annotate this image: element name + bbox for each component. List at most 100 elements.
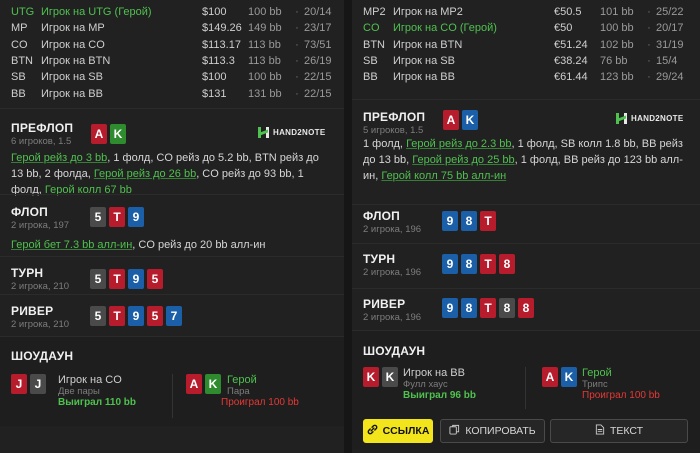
hero-action: Герой колл 75 bb алл-ин bbox=[381, 170, 507, 183]
player-amount: $100 bbox=[202, 6, 227, 19]
board-cards: 5T957 bbox=[90, 305, 182, 326]
player-ratio: 25/22 bbox=[656, 6, 684, 19]
separator-dot: · bbox=[295, 87, 299, 100]
player-name: Игрок на CO (Герой) bbox=[393, 22, 497, 35]
showdown-player-2: AK Герой Пара Проиграл 100 bb bbox=[186, 373, 299, 408]
street-sub: 6 игроков, 1.5 bbox=[11, 135, 72, 147]
player-bb: 101 bb bbox=[600, 6, 634, 19]
separator-dot: · bbox=[647, 71, 651, 84]
playing-card: 9 bbox=[442, 298, 458, 319]
player-pos: MP2 bbox=[363, 6, 386, 19]
separator-dot: · bbox=[647, 38, 651, 51]
turn-section: ТУРН 2 игрока, 210 5T95 bbox=[0, 255, 344, 294]
link-button[interactable]: ССЫЛКА bbox=[363, 419, 433, 444]
street-title: РИВЕР bbox=[363, 297, 406, 312]
player-pos: UTG bbox=[11, 6, 35, 19]
turn-section: ТУРН 2 игрока, 196 98T8 bbox=[352, 243, 700, 288]
player-amount: $149.26 bbox=[202, 22, 242, 35]
preflop-section: ПРЕФЛОП 5 игроков, 1.5 AK HAND2NOTE 1 фо… bbox=[352, 99, 700, 204]
playing-card: A bbox=[186, 373, 202, 394]
text-button[interactable]: ТЕКСТ bbox=[550, 419, 688, 444]
hand2note-icon bbox=[615, 112, 628, 125]
player-amount: €38.24 bbox=[554, 55, 588, 68]
player-pos: SB bbox=[363, 55, 378, 68]
showdown-player-1: KK Игрок на BB Фулл хаус Выиграл 96 bb bbox=[363, 367, 476, 401]
playing-card: 8 bbox=[461, 254, 477, 275]
action-text: , 1 фолд, CO bbox=[107, 151, 176, 164]
link-icon bbox=[367, 424, 378, 438]
hero-action: Герой рейз до 25 bb bbox=[412, 154, 515, 167]
separator-dot: · bbox=[647, 55, 651, 68]
playing-card: J bbox=[11, 373, 27, 394]
player-bb: 123 bb bbox=[600, 71, 634, 84]
street-sub: 2 игрока, 197 bbox=[11, 219, 70, 231]
player-amount: $113.3 bbox=[202, 55, 235, 68]
player-name: Герой bbox=[582, 367, 612, 380]
playing-card: K bbox=[382, 367, 398, 388]
playing-card: 9 bbox=[442, 211, 458, 232]
flop-section: ФЛОП 2 игрока, 197 5T9 Герой бет 7.3 bb … bbox=[0, 193, 344, 256]
player-row: CO Игрок на CO $113.17 113 bb · 73/51 bbox=[11, 37, 332, 53]
action-log: Герой бет 7.3 bb алл-ин, CO рейз до 20 b… bbox=[11, 237, 265, 253]
playing-card: T bbox=[109, 206, 125, 227]
street-title: ФЛОП bbox=[11, 204, 48, 219]
player-cards: JJ bbox=[11, 373, 46, 408]
action-text: рейз до 5.2 bb bbox=[175, 151, 249, 164]
showdown-section: ШОУДАУН KK Игрок на BB Фулл хаус Выиграл… bbox=[352, 330, 700, 451]
board-cards: 98T8 bbox=[442, 254, 515, 275]
playing-card: 5 bbox=[147, 305, 163, 326]
playing-card: K bbox=[205, 373, 221, 394]
player-name: Игрок на MP2 bbox=[393, 6, 463, 19]
street-title: ПРЕФЛОП bbox=[363, 110, 426, 125]
playing-card: J bbox=[30, 373, 46, 394]
street-title: ТУРН bbox=[363, 252, 396, 267]
playing-card: 8 bbox=[499, 254, 515, 275]
street-sub: 2 игрока, 196 bbox=[363, 312, 422, 324]
player-pos: SB bbox=[11, 71, 26, 84]
playing-card: 5 bbox=[90, 305, 106, 326]
player-pos: BB bbox=[11, 87, 26, 100]
player-ratio: 29/24 bbox=[656, 71, 684, 84]
player-bb: 102 bb bbox=[600, 38, 634, 51]
player-row: BTN Игрок на BTN $113.3 113 bb · 26/19 bbox=[11, 53, 332, 69]
player-ratio: 22/15 bbox=[304, 87, 332, 100]
playing-card: T bbox=[109, 268, 125, 289]
hero-action: Герой бет 7.3 bb алл-ин bbox=[11, 238, 133, 251]
player-cards: AK bbox=[186, 373, 221, 408]
player-name: Герой bbox=[227, 373, 257, 386]
playing-card: 5 bbox=[90, 268, 106, 289]
copy-button[interactable]: КОПИРОВАТЬ bbox=[440, 419, 545, 444]
street-title: РИВЕР bbox=[11, 303, 54, 318]
playing-card: K bbox=[561, 367, 577, 388]
player-ratio: 22/15 bbox=[304, 71, 332, 84]
playing-card: 9 bbox=[442, 254, 458, 275]
players-table: UTG Игрок на UTG (Герой) $100 100 bb · 20/14 M… bbox=[0, 0, 344, 104]
result-won: Выиграл 96 bb bbox=[403, 390, 476, 402]
player-row: CO Игрок на CO (Герой) €50 100 bb · 20/17 bbox=[363, 20, 688, 36]
hand2note-logo: HAND2NOTE bbox=[615, 112, 683, 125]
street-title: ФЛОП bbox=[363, 209, 400, 224]
hand-history-right: MP2 Игрок на MP2 €50.5 101 bb · 25/22 CO Игрок … bbox=[352, 0, 700, 453]
showdown-player-1: JJ Игрок на CO Две пары Выиграл 110 bb bbox=[11, 373, 137, 408]
street-title: ТУРН bbox=[11, 265, 44, 280]
action-text: 1 фолд, bbox=[363, 138, 407, 151]
hand-rank: Фулл хаус bbox=[403, 379, 448, 391]
playing-card: T bbox=[480, 254, 496, 275]
player-bb: 76 bb bbox=[600, 55, 628, 68]
player-bb: 100 bb bbox=[248, 71, 282, 84]
result-won: Выиграл 110 bb bbox=[58, 396, 137, 408]
hand-history-left: UTG Игрок на UTG (Герой) $100 100 bb · 20/14 M… bbox=[0, 0, 344, 453]
player-row: BTN Игрок на BTN €51.24 102 bb · 31/19 bbox=[363, 37, 688, 53]
playing-card: T bbox=[480, 298, 496, 319]
player-cards: KK bbox=[363, 367, 398, 401]
player-amount: $100 bbox=[202, 71, 227, 84]
playing-card: K bbox=[462, 110, 478, 131]
player-ratio: 26/19 bbox=[304, 55, 332, 68]
player-row: SB Игрок на SB $100 100 bb · 22/15 bbox=[11, 69, 332, 85]
hero-action: Герой рейз до 2.3 bb bbox=[406, 138, 512, 151]
street-title: ПРЕФЛОП bbox=[11, 120, 74, 135]
player-row: MP Игрок на MP $149.26 149 bb · 23/17 bbox=[11, 20, 332, 36]
playing-card: 9 bbox=[128, 268, 144, 289]
player-name: Игрок на SB bbox=[41, 71, 103, 84]
player-ratio: 20/17 bbox=[656, 22, 684, 35]
